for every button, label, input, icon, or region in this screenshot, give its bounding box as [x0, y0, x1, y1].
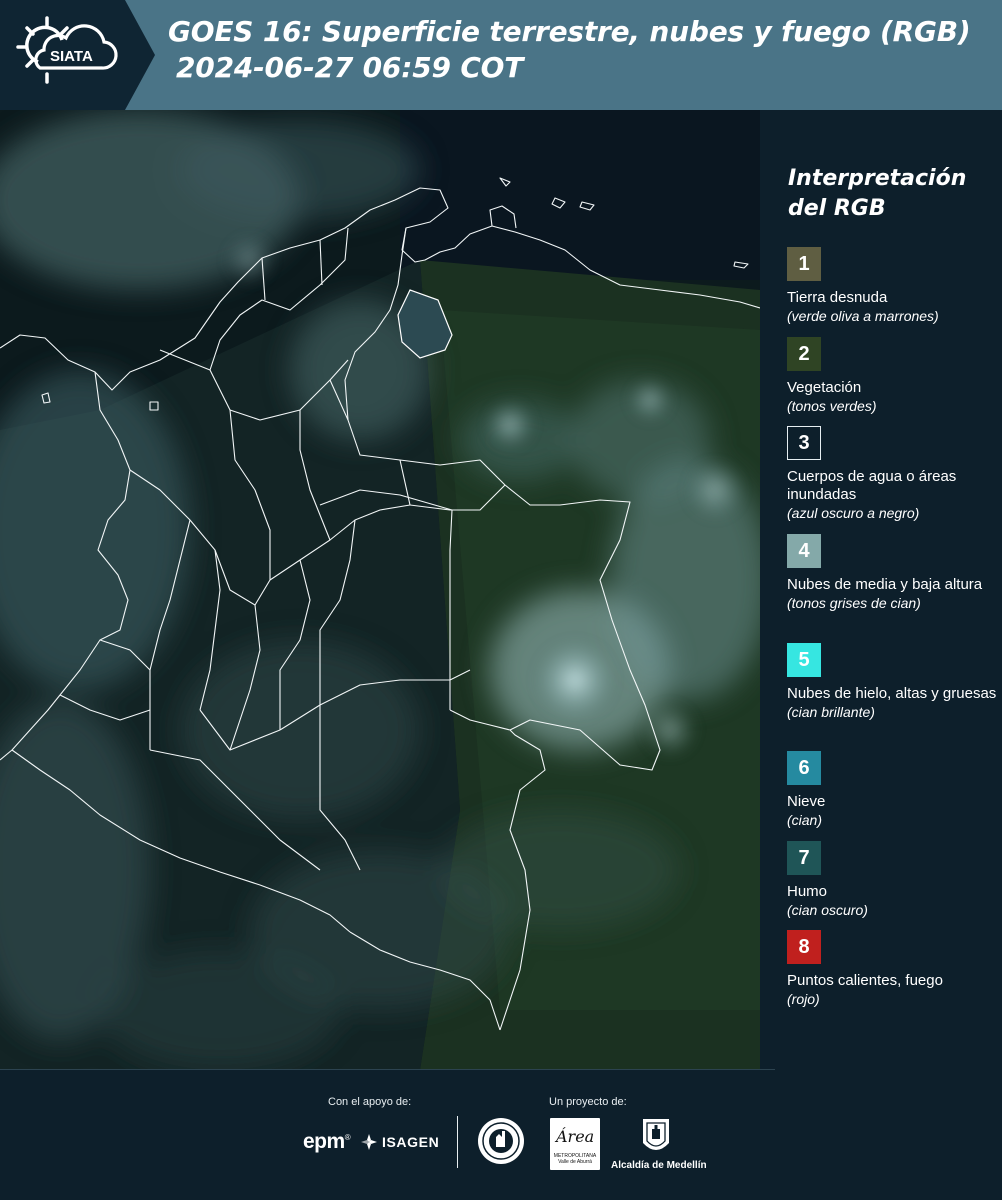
legend-swatch: 2 — [787, 337, 821, 371]
legend-label: Nieve — [787, 793, 826, 810]
legend-label: Humo — [787, 883, 828, 900]
legend-item-water: 3 Cuerpos de agua o áreas inundadas (azu… — [787, 426, 997, 522]
area-metropolitana-logo[interactable]: Área METROPOLITANA Valle de Aburrá — [550, 1118, 600, 1170]
alcaldia-label: Alcaldía de Medellín — [611, 1160, 707, 1171]
legend-label: Nubes de hielo, altas y gruesas — [787, 685, 997, 702]
footer-sponsors: Con el apoyo de: Un proyecto de: epm® IS… — [0, 1069, 1002, 1200]
legend-item-bare-soil: 1 Tierra desnuda (verde oliva a marrones… — [787, 247, 997, 325]
legend-label: Nubes de media y baja altura — [787, 576, 983, 593]
area-logo-word: Área — [556, 1127, 595, 1146]
area-logo-sub: METROPOLITANA Valle de Aburrá — [553, 1153, 597, 1165]
project-label: Un proyecto de: — [549, 1096, 627, 1108]
isagen-star-icon — [361, 1134, 377, 1150]
legend-swatch: 4 — [787, 534, 821, 568]
legend-note: (rojo) — [787, 991, 820, 1007]
legend-item-ice-clouds: 5 Nubes de hielo, altas y gruesas (cian … — [787, 643, 997, 721]
alcaldia-shield-icon[interactable] — [641, 1117, 671, 1157]
university-seal-icon[interactable] — [477, 1117, 525, 1165]
legend-swatch: 7 — [787, 841, 821, 875]
footer-vertical-divider — [457, 1116, 458, 1168]
legend-swatch: 1 — [787, 247, 821, 281]
page-title: GOES 16: Superficie terrestre, nubes y f… — [168, 14, 971, 86]
legend-item-low-clouds: 4 Nubes de media y baja altura (tonos gr… — [787, 534, 997, 612]
header-banner: SIATA GOES 16: Superficie terrestre, nub… — [0, 0, 1002, 110]
epm-logo-text: epm — [303, 1130, 345, 1153]
siata-logo-text: SIATA — [50, 48, 93, 65]
legend-item-fire: 8 Puntos calientes, fuego (rojo) — [787, 930, 997, 1008]
title-line1: GOES 16: Superficie terrestre, nubes y f… — [168, 15, 971, 48]
legend-label: Vegetación — [787, 379, 862, 396]
legend-label: Tierra desnuda — [787, 289, 888, 306]
footer-divider — [0, 1069, 775, 1070]
legend-note: (cian) — [787, 812, 823, 828]
title-timestamp: 2024-06-27 06:59 COT — [176, 51, 524, 84]
legend-item-smoke: 7 Humo (cian oscuro) — [787, 841, 997, 919]
legend-label: Puntos calientes, fuego — [787, 972, 943, 989]
epm-registered-mark: ® — [344, 1133, 351, 1142]
legend-swatch: 8 — [787, 930, 821, 964]
legend-note: (tonos grises de cian) — [787, 595, 921, 611]
legend-note: (verde oliva a marrones) — [787, 308, 939, 324]
legend-swatch: 5 — [787, 643, 821, 677]
satellite-map-svg — [0, 110, 760, 1070]
legend-label: Cuerpos de agua o áreas inundadas — [787, 468, 957, 503]
legend-swatch: 3 — [787, 426, 821, 460]
epm-logo[interactable]: epm® — [303, 1130, 351, 1154]
caribbean-sea — [400, 110, 760, 280]
legend-note: (azul oscuro a negro) — [787, 505, 920, 521]
legend-note: (tonos verdes) — [787, 398, 877, 414]
isagen-logo-text: ISAGEN — [382, 1134, 440, 1150]
isagen-logo[interactable]: ISAGEN — [360, 1133, 439, 1151]
legend-title: Interpretación del RGB — [788, 166, 967, 221]
rgb-legend: Interpretación del RGB 1 Tierra desnuda … — [760, 110, 1002, 1070]
siata-logo-icon: SIATA — [0, 0, 155, 110]
satellite-map[interactable] — [0, 110, 761, 1070]
support-label: Con el apoyo de: — [328, 1096, 412, 1108]
legend-note: (cian oscuro) — [787, 902, 868, 918]
legend-note: (cian brillante) — [787, 704, 875, 720]
legend-item-snow: 6 Nieve (cian) — [787, 751, 997, 829]
legend-swatch: 6 — [787, 751, 821, 785]
siata-logo[interactable]: SIATA — [0, 0, 155, 110]
legend-item-vegetation: 2 Vegetación (tonos verdes) — [787, 337, 997, 415]
